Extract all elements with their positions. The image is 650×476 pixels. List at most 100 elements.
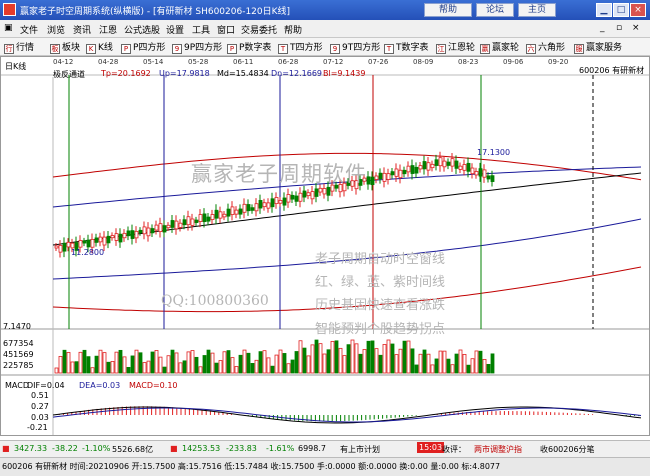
candle-body: [446, 161, 451, 166]
kline-chart[interactable]: [1, 57, 649, 435]
sh-index: 3427.33: [14, 444, 48, 453]
tool-hexagon[interactable]: 六六角形: [526, 40, 565, 54]
low-price-label: 11.2800: [71, 248, 105, 257]
tool-sectors[interactable]: 板板块: [50, 40, 80, 54]
volume-bar: [346, 344, 351, 374]
candle-body: [126, 230, 131, 237]
candle-body: [90, 238, 95, 248]
candle-body: [294, 195, 299, 202]
watermark-line-4: 智能预判个股趋势拐点: [315, 322, 446, 337]
menu-file[interactable]: 文件: [20, 23, 38, 36]
menu-tools[interactable]: 工具: [192, 23, 210, 36]
candle-body: [382, 172, 387, 182]
candle-body: [478, 168, 483, 177]
candle-body: [470, 167, 475, 175]
candle-body: [258, 200, 263, 209]
watermark-line-3: 历史基因快速查看涨跌: [315, 298, 446, 313]
volume-bar: [54, 367, 59, 374]
volume-bar: [70, 361, 75, 374]
menu-info[interactable]: 资讯: [73, 23, 91, 36]
macd-tick-3: 0.03: [31, 413, 49, 422]
volume-bar: [402, 340, 407, 374]
candle-body: [238, 208, 243, 215]
chart-window[interactable]: 日K线 600206 有研新材 04-12 04-28 05-14 05-28 06-1…: [0, 56, 650, 436]
tool-t-table[interactable]: T T数字表: [384, 40, 429, 54]
tool-p-square[interactable]: P P四方形: [121, 40, 165, 54]
child-close-icon[interactable]: ×: [632, 23, 640, 33]
menu-help[interactable]: 帮助: [284, 23, 302, 36]
volume-bar: [358, 353, 363, 374]
volume-bar: [286, 363, 291, 374]
news-ticker[interactable]: 两市调整沪指: [474, 444, 522, 455]
candle-body: [418, 165, 423, 170]
tool-kline[interactable]: K K线: [86, 40, 113, 54]
volume-bar: [246, 352, 251, 374]
volume-bar: [210, 352, 215, 374]
volume-bar: [154, 350, 159, 374]
tool-9p-square[interactable]: 9 9P四方形: [172, 40, 222, 54]
forum-button[interactable]: 论坛: [476, 3, 514, 17]
child-restore-icon[interactable]: ▫: [616, 23, 622, 33]
home-button[interactable]: 主页: [518, 3, 556, 17]
tool-9t-square[interactable]: 9 9T四方形: [330, 40, 380, 54]
app-icon: [3, 3, 16, 16]
t-table-icon: T: [384, 44, 394, 54]
volume-bar: [114, 351, 119, 374]
tool-gann-wheel[interactable]: 江江恩轮: [436, 40, 475, 54]
close-icon[interactable]: ×: [630, 3, 646, 17]
title-bar: 赢家老子时空周期系统(纵横版) - [有研新材 SH600206-120日K线]…: [0, 0, 650, 20]
clock: 15:03: [417, 442, 445, 453]
candle-body: [150, 228, 155, 234]
menu-browse[interactable]: 浏览: [47, 23, 65, 36]
volume-bar: [382, 344, 387, 374]
maximize-icon[interactable]: □: [613, 3, 629, 17]
candle-body: [282, 197, 287, 206]
date-tick: 05-28: [188, 58, 209, 66]
menu-window[interactable]: 窗口: [217, 23, 235, 36]
tool-quotes[interactable]: 行行情: [4, 40, 34, 54]
candle-body: [410, 165, 415, 174]
quote-info: 600206 有研新材 时间:20210906 开:15.7500 高:15.7…: [2, 462, 501, 471]
dea-line: [52, 407, 642, 423]
candle-body: [454, 160, 459, 169]
candle-body: [466, 162, 471, 172]
menu-window-icon[interactable]: ▣: [4, 23, 13, 33]
volume-bar: [106, 361, 111, 374]
volume-tick-1: 677354: [3, 339, 34, 348]
candle-body: [202, 213, 207, 223]
candle-body: [402, 169, 407, 175]
volume-bar: [186, 351, 191, 374]
tp-value: Tp=20.1692: [101, 69, 151, 78]
menu-gann[interactable]: 江恩: [99, 23, 117, 36]
help-button[interactable]: 帮助: [424, 3, 472, 17]
candle-body: [174, 220, 179, 230]
volume-bar: [366, 340, 371, 374]
volume-bar: [134, 349, 139, 374]
candle-body: [422, 161, 427, 170]
candle-body: [426, 162, 431, 171]
candle-body: [102, 236, 107, 246]
volume-bar: [370, 340, 375, 374]
volume-bar: [482, 358, 487, 374]
volume-bar: [422, 349, 427, 374]
tool-p-table[interactable]: P P数字表: [227, 40, 271, 54]
volume-bar: [158, 356, 163, 374]
child-minimize-icon[interactable]: _: [600, 23, 605, 33]
volume-bar: [222, 351, 227, 374]
date-tick: 09-20: [548, 58, 569, 66]
tool-service[interactable]: 服赢家服务: [574, 40, 622, 54]
menu-settings[interactable]: 设置: [166, 23, 184, 36]
candle-body: [434, 159, 439, 166]
tool-winner-wheel[interactable]: 赢赢家轮: [480, 40, 519, 54]
candle-body: [302, 190, 307, 198]
candle-body: [450, 158, 455, 167]
menu-trade[interactable]: 交易委托: [241, 23, 277, 36]
candle-body: [210, 214, 215, 220]
menu-formula[interactable]: 公式选股: [124, 23, 160, 36]
candle-body: [278, 199, 283, 204]
macd-tick-1: 0.51: [31, 391, 49, 400]
volume-bar: [250, 363, 255, 374]
tool-t-square[interactable]: T T四方形: [278, 40, 323, 54]
watermark-main: 赢家老子周期软件: [191, 162, 367, 186]
minimize-icon[interactable]: ▁: [596, 3, 612, 17]
